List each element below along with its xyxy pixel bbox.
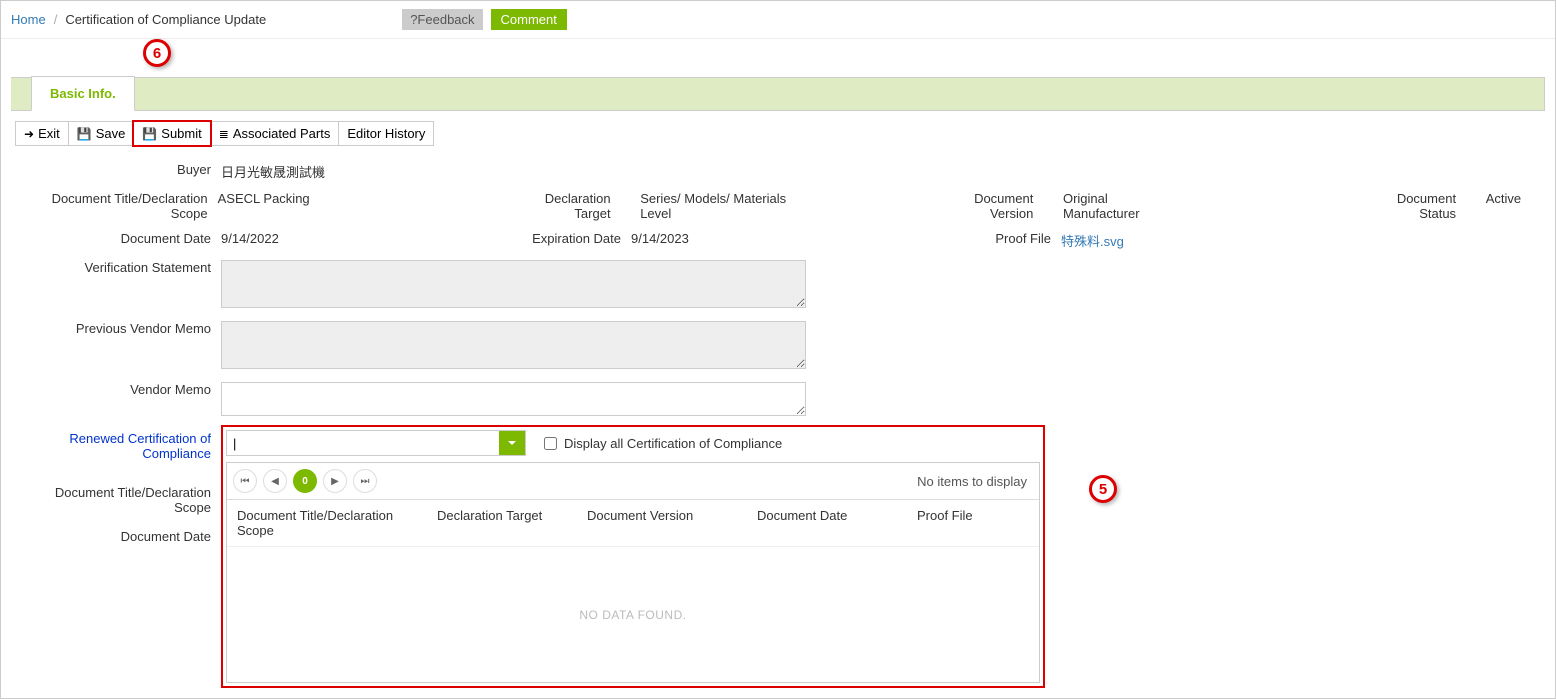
tab-bar: Basic Info. (11, 77, 1545, 111)
display-all-checkbox-wrap[interactable]: Display all Certification of Compliance (540, 434, 782, 453)
proof-file-link[interactable]: 特殊料.svg (1061, 234, 1124, 249)
pager-current-page[interactable]: 0 (293, 469, 317, 493)
grid-col-decl-target: Declaration Target (427, 504, 577, 542)
label-document-status: Document Status (1358, 187, 1466, 221)
label-renewed-certification: Renewed Certification of Compliance (21, 425, 221, 461)
cert-grid: ⏮ ◀ 0 ▶ ⏭ No items to display Document (226, 462, 1040, 683)
list-icon: ≣ (219, 128, 229, 140)
grid-header: Document Title/Declaration Scope Declara… (227, 500, 1039, 547)
toolbar: ➜Exit 💾Save 💾Submit ≣Associated Parts Ed… (15, 121, 1545, 146)
grid-no-data: NO DATA FOUND. (579, 608, 686, 622)
callout-6: 6 (143, 39, 171, 67)
exit-icon: ➜ (24, 128, 34, 140)
label-proof-file: Proof File (951, 227, 1061, 250)
label-previous-vendor-memo: Previous Vendor Memo (21, 317, 221, 336)
callout-5: 5 (1089, 475, 1117, 503)
label-active: Active (1486, 187, 1535, 221)
comment-button[interactable]: Comment (491, 9, 567, 30)
label-doc-title-2: Document Title/Declaration Scope (21, 461, 221, 515)
chevron-down-icon (507, 438, 517, 448)
label-expiration-date: Expiration Date (521, 227, 631, 250)
label-doc-version: Document Version (935, 187, 1043, 221)
grid-col-doc-version: Document Version (577, 504, 747, 542)
submit-button[interactable]: 💾Submit (133, 121, 210, 146)
save-icon: 💾 (77, 128, 92, 140)
feedback-button[interactable]: ?Feedback (402, 9, 482, 30)
breadcrumb-separator: / (54, 12, 58, 27)
breadcrumb-current: Certification of Compliance Update (65, 12, 266, 27)
pager-prev-button[interactable]: ◀ (263, 469, 287, 493)
label-buyer: Buyer (21, 158, 221, 177)
pager-last-button[interactable]: ⏭ (353, 469, 377, 493)
dropdown-toggle-button[interactable] (499, 431, 525, 455)
grid-col-proof-file: Proof File (907, 504, 1027, 542)
breadcrumb-home[interactable]: Home (11, 12, 46, 27)
label-series-models: Series/ Models/ Materials Level (640, 187, 817, 221)
grid-body: NO DATA FOUND. (227, 547, 1039, 682)
display-all-checkbox[interactable] (544, 437, 557, 450)
label-doc-date: Document Date (21, 227, 221, 250)
renewed-section-highlight: Display all Certification of Compliance … (221, 425, 1045, 688)
value-buyer: 日月光敏晟測試機 (221, 158, 1535, 181)
submit-icon: 💾 (142, 128, 157, 140)
label-verification-statement: Verification Statement (21, 256, 221, 275)
exit-button[interactable]: ➜Exit (15, 121, 69, 146)
pager-info: No items to display (917, 474, 1033, 489)
grid-col-doc-title: Document Title/Declaration Scope (227, 504, 427, 542)
editor-history-button[interactable]: Editor History (338, 121, 434, 146)
label-vendor-memo: Vendor Memo (21, 378, 221, 397)
grid-col-doc-date: Document Date (747, 504, 907, 542)
value-expiration-date: 9/14/2023 (631, 227, 831, 250)
pager: ⏮ ◀ 0 ▶ ⏭ No items to display (227, 463, 1039, 500)
renewed-cert-input[interactable] (227, 431, 499, 455)
label-original-manufacturer: Original Manufacturer (1063, 187, 1191, 221)
label-declaration-target: Declaration Target (512, 187, 620, 221)
tab-basic-info[interactable]: Basic Info. (31, 76, 135, 111)
associated-parts-button[interactable]: ≣Associated Parts (210, 121, 340, 146)
breadcrumb: Home / Certification of Compliance Updat… (1, 1, 1555, 39)
value-doc-title: ASECL Packing (218, 187, 513, 221)
renewed-cert-dropdown[interactable] (226, 430, 526, 456)
verification-statement-field[interactable] (221, 260, 806, 308)
vendor-memo-field[interactable] (221, 382, 806, 416)
label-doc-date-2: Document Date (21, 515, 221, 544)
value-doc-date: 9/14/2022 (221, 227, 521, 250)
pager-first-button[interactable]: ⏮ (233, 469, 257, 493)
label-doc-title: Document Title/Declaration Scope (21, 187, 218, 221)
display-all-label: Display all Certification of Compliance (564, 436, 782, 451)
save-button[interactable]: 💾Save (68, 121, 135, 146)
pager-next-button[interactable]: ▶ (323, 469, 347, 493)
previous-vendor-memo-field[interactable] (221, 321, 806, 369)
